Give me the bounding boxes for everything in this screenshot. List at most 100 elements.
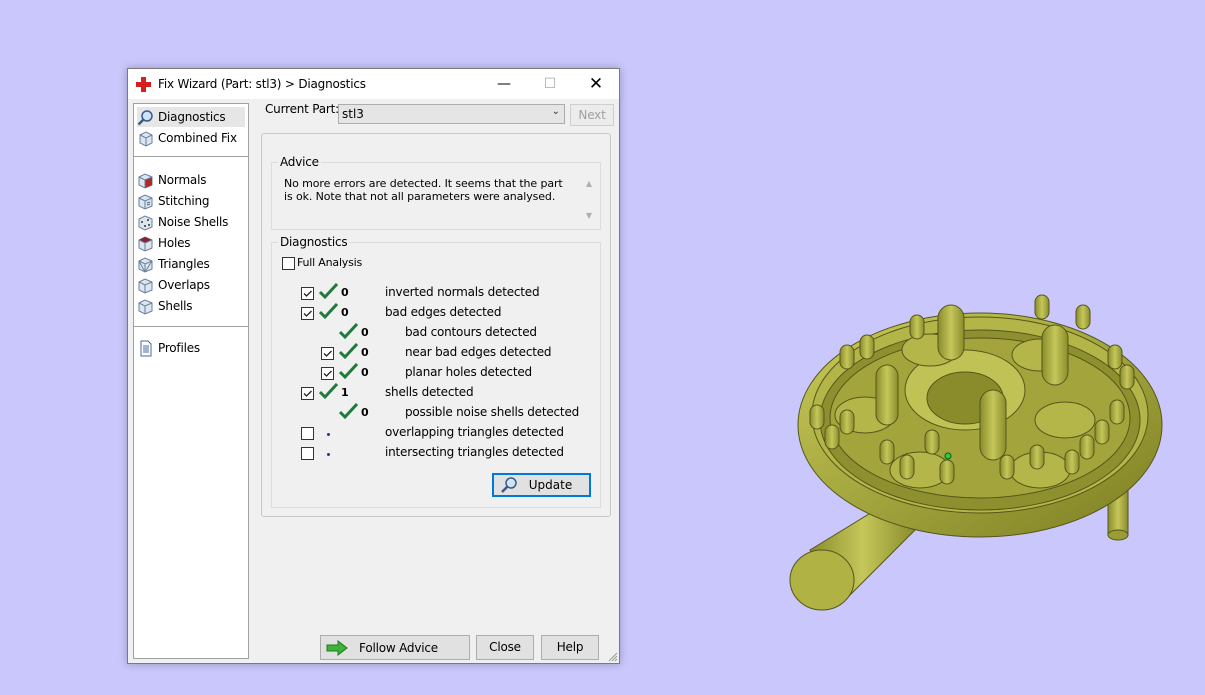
sidebar: Diagnostics Combined Fix Normals Stitchi… — [133, 103, 249, 659]
green-arrow-icon — [326, 639, 348, 656]
minimize-button[interactable]: — — [481, 69, 527, 99]
overlapping-triangles-checkbox[interactable] — [301, 427, 314, 440]
sidebar-item-stitching[interactable]: Stitching — [137, 191, 245, 211]
sidebar-item-label: Triangles — [158, 257, 210, 271]
bad-edges-count: 0 — [341, 306, 349, 319]
resize-grip-icon[interactable] — [607, 651, 618, 662]
current-part-label: Current Part: — [265, 102, 340, 116]
planar-holes-count: 0 — [361, 366, 369, 379]
inverted-normals-count: 0 — [341, 286, 349, 299]
sidebar-item-label: Noise Shells — [158, 215, 229, 229]
green-check-icon — [339, 323, 358, 340]
sidebar-item-label: Normals — [158, 173, 207, 187]
sidebar-item-label: Shells — [158, 299, 193, 313]
shells-count: 1 — [341, 386, 349, 399]
noise-shells-icon — [138, 214, 153, 231]
sidebar-item-diagnostics[interactable]: Diagnostics — [137, 107, 245, 127]
holes-cube-icon — [138, 235, 153, 252]
near-bad-edges-count: 0 — [361, 346, 369, 359]
sidebar-item-profiles[interactable]: Profiles — [137, 338, 245, 358]
triangles-cube-icon — [138, 256, 153, 273]
magnifier-icon — [137, 109, 153, 125]
shells-cube-icon — [138, 298, 153, 315]
inverted-normals-checkbox[interactable] — [301, 287, 314, 300]
update-label: Update — [528, 478, 573, 492]
stitching-cube-icon — [138, 193, 153, 210]
near-bad-edges-label: near bad edges detected — [405, 345, 552, 359]
sidebar-item-label: Holes — [158, 236, 191, 250]
window-title: Fix Wizard (Part: stl3) > Diagnostics — [158, 77, 366, 91]
full-analysis-checkbox[interactable] — [282, 257, 295, 270]
sidebar-item-combined-fix[interactable]: Combined Fix — [137, 128, 245, 148]
magnifier-icon — [501, 477, 517, 493]
pending-dot-icon — [327, 453, 330, 456]
noise-shells-count: 0 — [361, 406, 369, 419]
advice-text: No more errors are detected. It seems th… — [284, 177, 563, 203]
sidebar-divider — [134, 156, 248, 157]
maximize-button[interactable]: ☐ — [527, 69, 573, 99]
current-part-value: stl3 — [342, 107, 364, 121]
green-check-icon — [339, 403, 358, 420]
chevron-down-icon: ⌄ — [551, 106, 560, 117]
close-window-button[interactable]: ✕ — [573, 69, 619, 99]
sidebar-item-shells[interactable]: Shells — [137, 296, 245, 316]
sidebar-item-noise-shells[interactable]: Noise Shells — [137, 212, 245, 232]
full-analysis-label: Full Analysis — [297, 256, 363, 269]
update-button[interactable]: Update — [492, 473, 591, 497]
checkmark-icon — [303, 310, 312, 317]
bad-contours-count: 0 — [361, 326, 369, 339]
noise-shells-label: possible noise shells detected — [405, 405, 580, 419]
overlaps-cube-icon — [138, 277, 153, 294]
shells-checkbox[interactable] — [301, 387, 314, 400]
advice-title: Advice — [278, 155, 321, 169]
bad-edges-checkbox[interactable] — [301, 307, 314, 320]
intersecting-triangles-checkbox[interactable] — [301, 447, 314, 460]
sidebar-divider — [134, 326, 248, 327]
sidebar-item-normals[interactable]: Normals — [137, 170, 245, 190]
title-bar[interactable]: Fix Wizard (Part: stl3) > Diagnostics — … — [128, 69, 619, 99]
scroll-down-icon[interactable]: ▼ — [586, 211, 592, 220]
inverted-normals-label: inverted normals detected — [385, 285, 540, 299]
cube-icon — [139, 130, 153, 147]
green-check-icon — [319, 383, 338, 400]
pending-dot-icon — [327, 433, 330, 436]
green-check-icon — [339, 343, 358, 360]
green-check-icon — [319, 303, 338, 320]
next-button[interactable]: Next — [570, 104, 614, 126]
green-check-icon — [319, 283, 338, 300]
scroll-up-icon[interactable]: ▲ — [586, 179, 592, 188]
sidebar-item-label: Overlaps — [158, 278, 210, 292]
checkmark-icon — [303, 290, 312, 297]
near-bad-edges-checkbox[interactable] — [321, 347, 334, 360]
checkmark-icon — [303, 390, 312, 397]
overlapping-triangles-label: overlapping triangles detected — [385, 425, 564, 439]
sidebar-item-triangles[interactable]: Triangles — [137, 254, 245, 274]
sidebar-item-label: Stitching — [158, 194, 210, 208]
fix-wizard-window: Fix Wizard (Part: stl3) > Diagnostics — … — [127, 68, 620, 664]
red-cross-icon — [136, 77, 151, 92]
sidebar-item-label: Profiles — [158, 341, 200, 355]
planar-holes-checkbox[interactable] — [321, 367, 334, 380]
diagnostics-title: Diagnostics — [278, 235, 350, 249]
bad-edges-label: bad edges detected — [385, 305, 502, 319]
planar-holes-label: planar holes detected — [405, 365, 532, 379]
sidebar-item-label: Combined Fix — [158, 131, 237, 145]
bad-contours-label: bad contours detected — [405, 325, 537, 339]
close-button[interactable]: Close — [476, 635, 534, 660]
sidebar-item-label: Diagnostics — [158, 110, 226, 124]
3d-part-model[interactable] — [780, 290, 1170, 620]
follow-advice-button[interactable]: Follow Advice — [320, 635, 470, 660]
sidebar-item-overlaps[interactable]: Overlaps — [137, 275, 245, 295]
document-icon — [140, 340, 152, 356]
help-button[interactable]: Help — [541, 635, 599, 660]
follow-advice-label: Follow Advice — [359, 640, 438, 655]
advice-group: Advice No more errors are detected. It s… — [271, 155, 601, 230]
shells-label: shells detected — [385, 385, 474, 399]
intersecting-triangles-label: intersecting triangles detected — [385, 445, 564, 459]
green-check-icon — [339, 363, 358, 380]
sidebar-item-holes[interactable]: Holes — [137, 233, 245, 253]
checkmark-icon — [323, 350, 332, 357]
normals-cube-icon — [138, 172, 153, 189]
checkmark-icon — [323, 370, 332, 377]
current-part-select[interactable]: stl3 ⌄ — [338, 104, 565, 124]
